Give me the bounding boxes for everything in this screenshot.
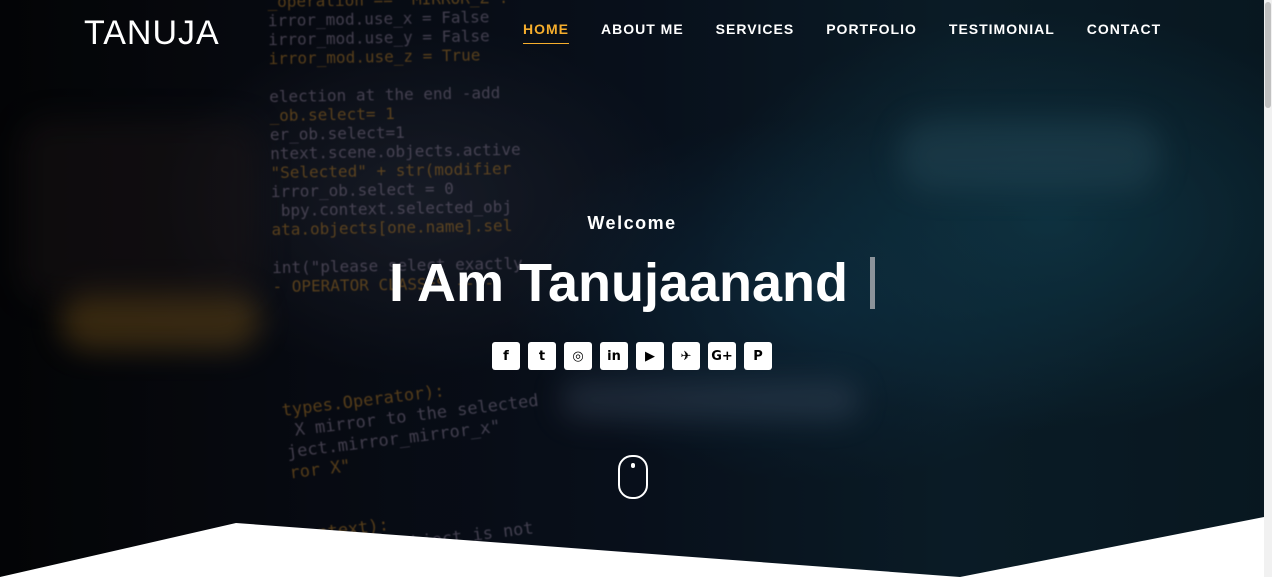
nav-link-services[interactable]: SERVICES [716,21,795,44]
nav-link-testimonial[interactable]: TESTIMONIAL [949,21,1055,44]
youtube-icon[interactable]: ▶ [636,342,664,370]
linkedin-icon[interactable]: in [600,342,628,370]
nav-link-about-me[interactable]: ABOUT ME [601,21,684,44]
pinterest-icon[interactable]: P [744,342,772,370]
facebook-icon[interactable]: f [492,342,520,370]
telegram-icon[interactable]: ✈ [672,342,700,370]
mouse-wheel [631,463,635,468]
headline-text: I Am Tanujaanand [388,253,849,313]
nav-link-portfolio[interactable]: PORTFOLIO [826,21,917,44]
page-scrollbar[interactable] [1264,0,1272,577]
scroll-down-mouse-icon[interactable] [618,455,648,499]
welcome-text: Welcome [587,213,677,233]
google-plus-icon[interactable]: G+ [708,342,736,370]
nav-menu: HOME ABOUT ME SERVICES PORTFOLIO TESTIMO… [523,21,1193,44]
instagram-icon[interactable]: ◎ [564,342,592,370]
nav-link-home[interactable]: HOME [523,21,569,44]
hero-headline: I Am Tanujaanand [0,252,1264,314]
hero-section: _operation == "MIRROR_Z":irror_mod.use_x… [0,0,1272,577]
social-links: f t ◎ in ▶ ✈ G+ P [492,342,780,370]
navbar: TANUJA HOME ABOUT ME SERVICES PORTFOLIO … [0,0,1272,60]
scrollbar-thumb[interactable] [1265,2,1271,108]
nav-link-contact[interactable]: CONTACT [1087,21,1161,44]
typing-cursor [870,257,876,309]
twitter-icon[interactable]: t [528,342,556,370]
site-logo[interactable]: TANUJA [84,14,220,53]
